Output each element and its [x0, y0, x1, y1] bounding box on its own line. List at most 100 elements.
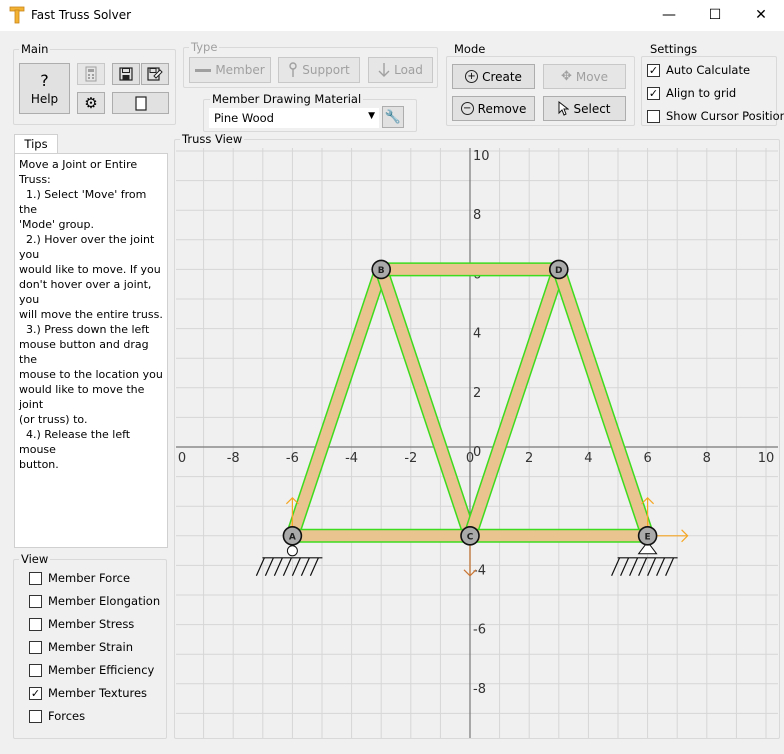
- save-icon: [119, 67, 133, 81]
- type-group-label: Type: [189, 40, 220, 54]
- x-tick-label: -8: [227, 451, 240, 466]
- close-button[interactable]: ✕: [738, 0, 784, 31]
- maximize-button[interactable]: ☐: [692, 0, 738, 31]
- main-group-label: Main: [19, 42, 51, 56]
- save-button[interactable]: [112, 63, 140, 85]
- support-type-button[interactable]: Support: [278, 57, 360, 83]
- checkbox-box[interactable]: ✓: [647, 86, 660, 100]
- y-tick-label: 2: [473, 386, 481, 401]
- window-title: Fast Truss Solver: [31, 8, 132, 22]
- truss-view-label: Truss View: [180, 132, 245, 146]
- auto-calculate-label: Auto Calculate: [666, 63, 751, 77]
- x-tick-label: -6: [286, 451, 299, 466]
- plus-circle-icon: +: [465, 70, 479, 83]
- ground-hatch: [300, 557, 310, 577]
- checkbox-box[interactable]: [647, 109, 660, 123]
- member-elongation-label: Member Elongation: [48, 594, 161, 608]
- truss-member: [375, 267, 476, 538]
- member-efficiency-label: Member Efficiency: [48, 663, 155, 677]
- app-logo-icon: [9, 6, 25, 24]
- cursor-icon: [558, 101, 570, 116]
- create-label: Create: [482, 69, 522, 84]
- truss-member: [287, 267, 387, 538]
- y-tick-label: 10: [473, 149, 490, 164]
- checkbox-box[interactable]: ✓: [29, 686, 42, 700]
- ground-hatch: [665, 557, 675, 577]
- member-type-label: Member: [215, 63, 265, 77]
- save-as-icon: [147, 67, 163, 81]
- member-textures-checkbox[interactable]: ✓ Member Textures: [29, 686, 147, 700]
- ground-hatch: [647, 557, 657, 577]
- help-button[interactable]: ? Help: [19, 63, 70, 114]
- auto-calculate-checkbox[interactable]: ✓ Auto Calculate: [647, 63, 750, 77]
- settings-group-label: Settings: [648, 42, 700, 56]
- select-mode-button[interactable]: Select: [543, 96, 626, 121]
- move-mode-button[interactable]: ✥ Move: [543, 64, 626, 89]
- mode-group-label: Mode: [452, 42, 488, 56]
- checkbox-box[interactable]: [29, 617, 42, 631]
- member-stress-label: Member Stress: [48, 617, 135, 631]
- load-type-button[interactable]: Load: [368, 57, 433, 83]
- minimize-button[interactable]: —: [646, 0, 692, 31]
- joint-label: E: [645, 532, 651, 542]
- load-type-label: Load: [394, 63, 423, 77]
- checkbox-box[interactable]: [29, 640, 42, 654]
- truss-member: [464, 267, 565, 538]
- show-cursor-position-label: Show Cursor Position: [666, 109, 784, 123]
- ground-hatch: [638, 557, 648, 577]
- ground-hatch: [264, 557, 274, 577]
- remove-label: Remove: [477, 101, 527, 116]
- pin-support-icon: [286, 545, 298, 557]
- member-type-button[interactable]: Member: [189, 57, 271, 83]
- x-tick-label: 2: [525, 451, 533, 466]
- help-label: Help: [30, 92, 59, 106]
- member-force-label: Member Force: [48, 571, 131, 585]
- x-tick-label: 4: [584, 451, 592, 466]
- material-select[interactable]: Pine Wood ▼: [209, 108, 379, 128]
- y-tick-label: 4: [473, 327, 481, 342]
- move-label: Move: [575, 69, 609, 84]
- x-tick-label: 6: [643, 451, 651, 466]
- checkbox-box[interactable]: ✓: [647, 63, 660, 77]
- x-tick-label: 8: [703, 451, 711, 466]
- new-file-button[interactable]: [112, 92, 169, 114]
- ground-hatch: [309, 557, 319, 577]
- y-tick-label: 0: [473, 445, 481, 460]
- checkbox-box[interactable]: [29, 709, 42, 723]
- tab-tips[interactable]: Tips: [14, 134, 58, 154]
- member-efficiency-checkbox[interactable]: Member Efficiency: [29, 663, 154, 677]
- remove-mode-button[interactable]: − Remove: [452, 96, 535, 121]
- material-label: Member Drawing Material: [210, 92, 364, 106]
- truss-member: [553, 267, 653, 538]
- create-mode-button[interactable]: + Create: [452, 64, 535, 89]
- save-as-button[interactable]: [141, 63, 169, 85]
- material-selected: Pine Wood: [214, 111, 274, 125]
- align-to-grid-checkbox[interactable]: ✓ Align to grid: [647, 86, 736, 100]
- calculator-button[interactable]: [77, 63, 105, 85]
- y-tick-label: 8: [473, 208, 481, 223]
- member-stress-checkbox[interactable]: Member Stress: [29, 617, 134, 631]
- member-line-icon: [195, 68, 212, 72]
- truss-canvas[interactable]: 0-8-6-4-202468101086420-4-6-8-10ABCDE: [176, 148, 778, 738]
- joint-label: D: [555, 266, 562, 276]
- document-icon: [134, 95, 147, 111]
- checkbox-box[interactable]: [29, 571, 42, 585]
- ground-hatch: [656, 557, 666, 577]
- member-force-checkbox[interactable]: Member Force: [29, 571, 130, 585]
- settings-button[interactable]: ⚙: [77, 92, 105, 114]
- joint-label: A: [289, 532, 296, 542]
- calculator-icon: [85, 66, 97, 82]
- member-elongation-checkbox[interactable]: Member Elongation: [29, 594, 160, 608]
- ground-hatch: [291, 557, 301, 577]
- checkbox-box[interactable]: [29, 663, 42, 677]
- forces-checkbox[interactable]: Forces: [29, 709, 85, 723]
- member-strain-label: Member Strain: [48, 640, 134, 654]
- ground-hatch: [273, 557, 283, 577]
- member-strain-checkbox[interactable]: Member Strain: [29, 640, 133, 654]
- x-tick-label: -4: [345, 451, 358, 466]
- checkbox-box[interactable]: [29, 594, 42, 608]
- material-edit-button[interactable]: 🔧: [382, 106, 404, 128]
- pin-icon: [289, 62, 297, 77]
- joint-label: B: [378, 266, 385, 276]
- show-cursor-position-checkbox[interactable]: Show Cursor Position: [647, 109, 784, 123]
